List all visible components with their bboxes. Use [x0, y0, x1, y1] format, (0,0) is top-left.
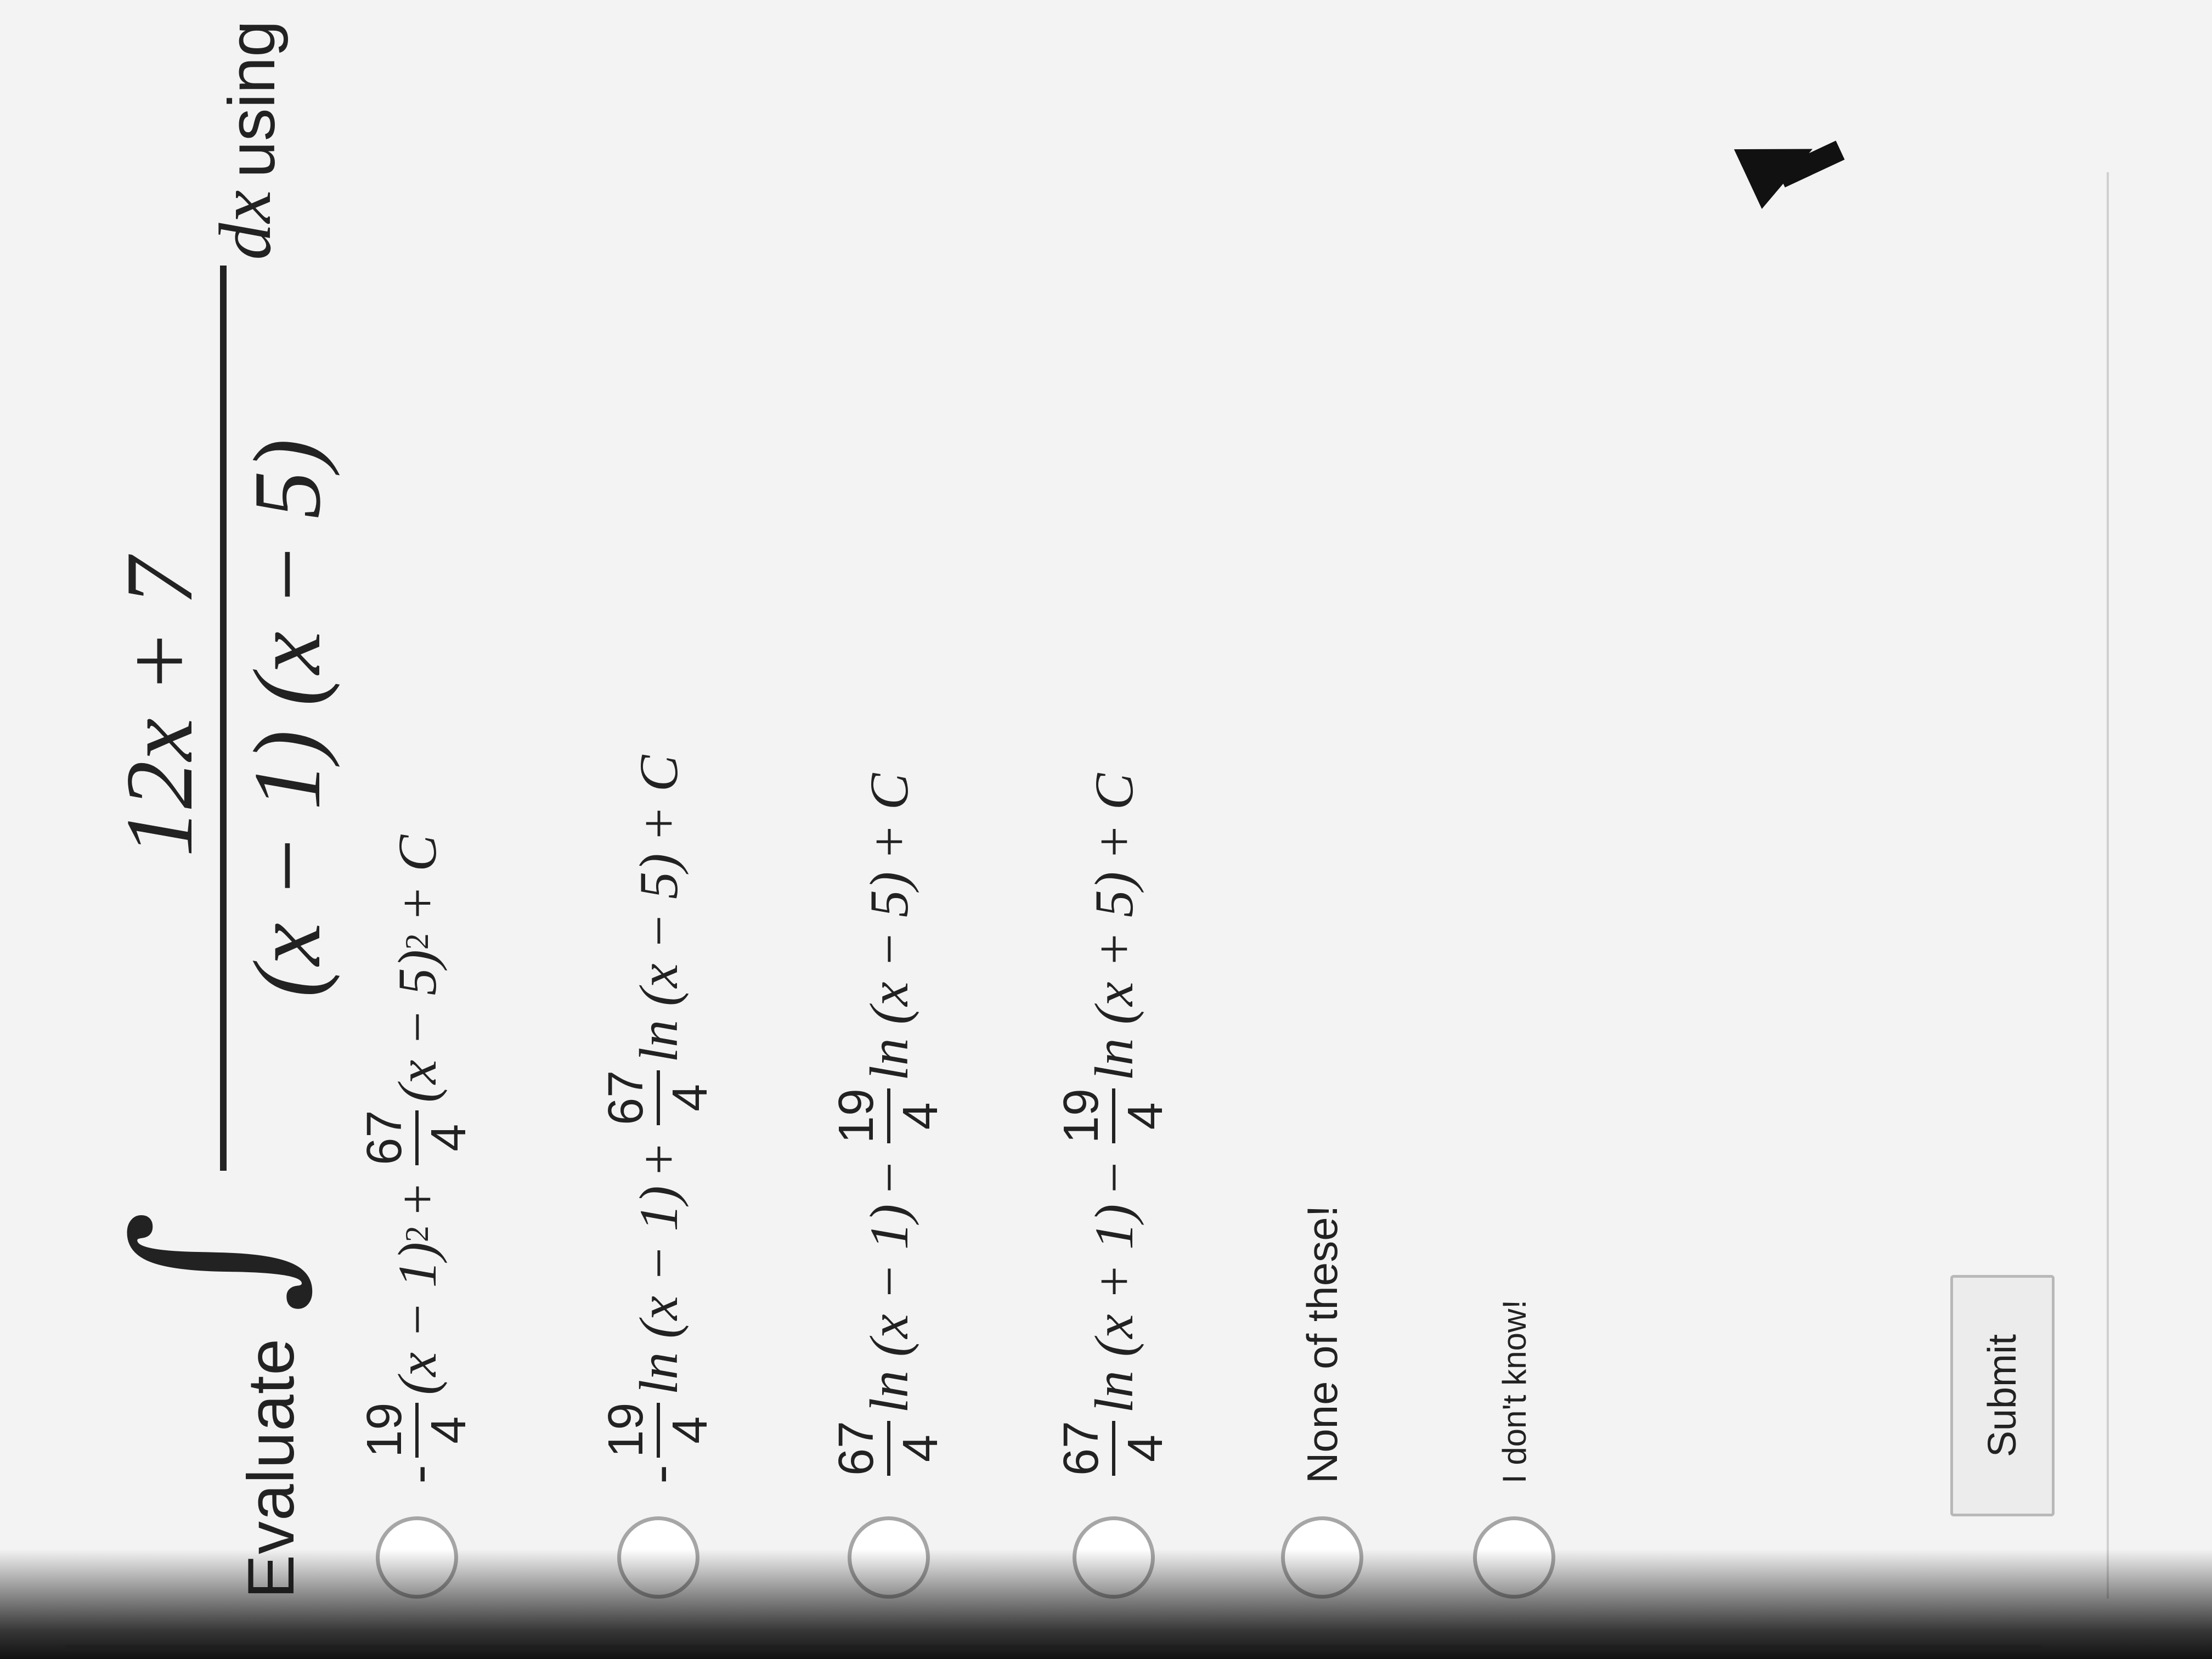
option-expression: - 19 4 ln (x − 1) + 67 4 ln (x − 5) + C: [592, 755, 724, 1483]
fraction-bar: [887, 1088, 890, 1144]
option-label: None of these!: [1256, 1205, 1388, 1483]
fraction-numerator: 67: [1054, 1420, 1109, 1476]
differential: dx: [205, 190, 286, 260]
constant-term: + C: [628, 755, 689, 843]
fraction-denominator: 4: [1118, 1102, 1173, 1130]
integrand-denominator: (x − 1) (x − 5): [234, 438, 340, 998]
fraction-numerator: 67: [357, 1110, 412, 1165]
exponent: 2: [398, 933, 435, 950]
fraction-denominator: 4: [663, 1084, 718, 1111]
mouse-cursor-icon: [1734, 119, 1827, 209]
divider: [2107, 172, 2109, 1599]
term: ln (x − 5): [858, 871, 919, 1081]
dont-know-label: I don't know!: [1496, 1300, 1533, 1483]
none-of-these-label: None of these!: [1297, 1205, 1346, 1483]
integrand-fraction: 12x + 7 (x − 1) (x − 5): [104, 266, 342, 1171]
question-panel: Evaluate ∫ 12x + 7 (x − 1) (x − 5) dx us…: [0, 0, 2212, 1659]
coefficient-fraction: 19 4: [1053, 1088, 1174, 1144]
term: (x − 1): [386, 1242, 448, 1395]
constant-term: + C: [386, 834, 448, 923]
fraction-bar: [1112, 1420, 1115, 1476]
option-label: I don't know!: [1448, 1300, 1580, 1483]
integral-sign: ∫: [93, 1210, 323, 1313]
option-expression: 67 4 ln (x + 1) − 19 4 ln (x + 5) + C: [1048, 774, 1180, 1483]
fraction-denominator: 4: [893, 1102, 948, 1130]
coefficient-fraction: 67 4: [1053, 1420, 1174, 1476]
lead-sign: -: [386, 1465, 448, 1483]
fraction-bar: [887, 1420, 890, 1476]
coefficient-fraction: 19 4: [598, 1402, 719, 1458]
integrand-numerator: 12x + 7: [106, 557, 212, 857]
answer-option-dont-know[interactable]: I don't know!: [1448, 117, 1580, 1599]
exponent: 2: [398, 1226, 435, 1243]
fraction-numerator: 67: [829, 1420, 884, 1476]
fraction-denominator: 4: [421, 1416, 476, 1444]
operator: +: [628, 1143, 689, 1175]
fraction-denominator: 4: [421, 1124, 476, 1152]
coefficient-fraction: 19 4: [828, 1088, 949, 1144]
fraction-denominator: 4: [663, 1416, 718, 1444]
submit-button[interactable]: Submit: [1950, 1275, 2055, 1516]
lead-sign: -: [628, 1465, 689, 1483]
question-suffix: using partial fractions.: [214, 0, 290, 178]
fraction-bar: [220, 266, 227, 1171]
term: ln (x − 1): [858, 1204, 919, 1413]
coefficient-fraction: 67 4: [828, 1420, 949, 1476]
operator: −: [858, 1162, 919, 1193]
answer-option-4[interactable]: 67 4 ln (x + 1) − 19 4 ln (x + 5) + C: [1048, 117, 1180, 1599]
coefficient-fraction: 19 4: [357, 1402, 477, 1458]
term: ln (x + 1): [1083, 1204, 1144, 1413]
coefficient-fraction: 67 4: [598, 1070, 719, 1125]
option-expression: - 19 4 (x − 1) 2 + 67 4 (x − 5) 2 + C: [351, 835, 483, 1483]
term: ln (x − 1): [628, 1186, 689, 1395]
operator: −: [1083, 1162, 1144, 1193]
fraction-denominator: 4: [1118, 1434, 1173, 1462]
fraction-bar: [415, 1402, 419, 1458]
term: (x − 5): [386, 950, 448, 1103]
term: ln (x + 5): [1083, 871, 1144, 1081]
constant-term: + C: [858, 773, 919, 861]
fraction-denominator: 4: [893, 1434, 948, 1462]
operator: +: [386, 1183, 448, 1215]
constant-term: + C: [1083, 773, 1144, 861]
question-text: Evaluate ∫ 12x + 7 (x − 1) (x − 5) dx us…: [93, 0, 346, 1599]
fraction-numerator: 19: [1054, 1088, 1109, 1144]
answer-option-none[interactable]: None of these!: [1256, 117, 1388, 1599]
screen-bezel-shadow: [0, 1549, 2212, 1659]
coefficient-fraction: 67 4: [357, 1110, 477, 1165]
fraction-numerator: 19: [357, 1402, 412, 1458]
fraction-bar: [415, 1110, 419, 1165]
answer-option-3[interactable]: 67 4 ln (x − 1) − 19 4 ln (x − 5) + C: [823, 117, 955, 1599]
fraction-numerator: 67: [599, 1070, 653, 1125]
fraction-numerator: 19: [829, 1088, 884, 1144]
fraction-bar: [1112, 1088, 1115, 1144]
option-expression: 67 4 ln (x − 1) − 19 4 ln (x − 5) + C: [823, 774, 955, 1483]
answer-option-1[interactable]: - 19 4 (x − 1) 2 + 67 4 (x − 5) 2 + C: [351, 117, 483, 1599]
answer-option-2[interactable]: - 19 4 ln (x − 1) + 67 4 ln (x − 5) + C: [592, 117, 724, 1599]
fraction-bar: [657, 1070, 660, 1125]
fraction-bar: [657, 1402, 660, 1458]
rotated-photo-content: Evaluate ∫ 12x + 7 (x − 1) (x − 5) dx us…: [0, 0, 2212, 1659]
term: ln (x − 5): [628, 853, 689, 1063]
fraction-numerator: 19: [599, 1402, 653, 1458]
